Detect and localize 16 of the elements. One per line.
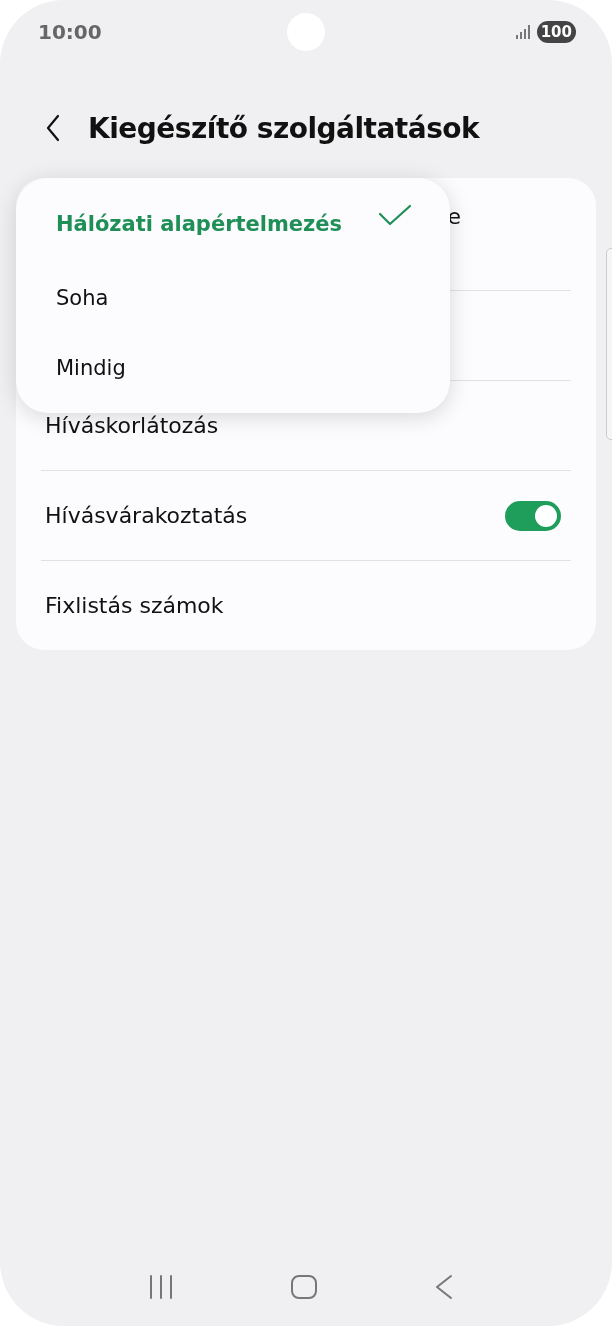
clock: 10:00 [38,20,102,44]
back-icon [46,114,60,142]
toggle-switch[interactable] [505,500,561,531]
signal-icon [514,25,531,39]
setting-label[interactable]: Híváskorlátozás [45,413,219,438]
home-icon [290,1274,318,1300]
recent-apps-icon [148,1274,173,1300]
setting-label[interactable]: Hívásvárakoztatás [45,503,248,528]
back-icon [435,1274,454,1300]
menu-option[interactable]: Soha [16,263,450,334]
battery-level: 100 [536,21,576,43]
menu-option[interactable]: Mindig [16,333,450,403]
checkmark-icon [378,203,412,226]
page-title: Kiegészítő szolgáltatások [88,111,480,145]
menu-option[interactable]: Hálózati alapértelmezés [16,188,450,264]
setting-label[interactable]: Fixlistás számok [45,593,224,618]
